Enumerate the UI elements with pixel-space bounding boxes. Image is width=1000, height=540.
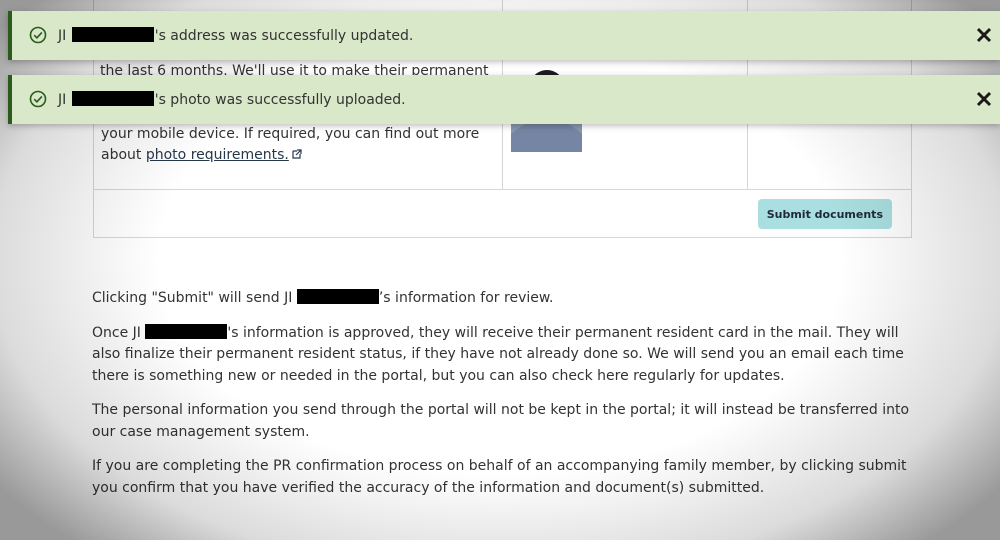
close-alert-button[interactable]	[974, 24, 994, 46]
redaction-bar	[145, 323, 228, 339]
table-footer: Submit documents	[93, 190, 912, 238]
submission-info: Clicking "Submit" will send JI ’s inform…	[92, 288, 912, 512]
close-alert-button[interactable]	[974, 88, 994, 110]
alert-text: 's photo was successfully uploaded.	[154, 92, 406, 108]
close-icon	[976, 91, 992, 107]
instruction-text: your mobile device. If required, you can…	[101, 124, 491, 166]
instruction-line-prefix: about	[101, 147, 142, 163]
alert-text: 's address was successfully updated.	[154, 28, 414, 44]
redaction-bar	[296, 289, 379, 304]
approval-paragraph: Once JI 's information is approved, they…	[92, 323, 912, 388]
close-icon	[976, 27, 992, 43]
paragraph-text: ’s information for review.	[378, 290, 554, 306]
submit-documents-button[interactable]: Submit documents	[757, 199, 892, 229]
external-link-icon	[292, 149, 302, 159]
redaction-bar	[71, 27, 154, 42]
alert-message: JI 's photo was successfully uploaded.	[58, 90, 406, 110]
photo-success-alert: JI 's photo was successfully uploaded.	[8, 75, 1000, 124]
alert-name-prefix: JI	[58, 28, 67, 44]
alert-message: JI 's address was successfully updated.	[58, 26, 413, 46]
paragraph-text: Clicking "Submit" will send JI	[92, 290, 293, 306]
check-circle-icon	[29, 90, 47, 108]
instruction-line: your mobile device. If required, you can…	[101, 126, 480, 142]
family-member-paragraph: If you are completing the PR confirmatio…	[92, 458, 907, 496]
submit-paragraph: Clicking "Submit" will send JI ’s inform…	[92, 288, 912, 310]
address-success-alert: JI 's address was successfully updated.	[8, 11, 1000, 60]
redaction-bar	[71, 91, 154, 106]
privacy-paragraph: The personal information you send throug…	[92, 402, 910, 440]
photo-requirements-link[interactable]: photo requirements.	[146, 147, 289, 163]
alert-name-prefix: JI	[58, 92, 67, 108]
check-circle-icon	[29, 26, 47, 44]
paragraph-text: Once JI	[92, 324, 141, 341]
